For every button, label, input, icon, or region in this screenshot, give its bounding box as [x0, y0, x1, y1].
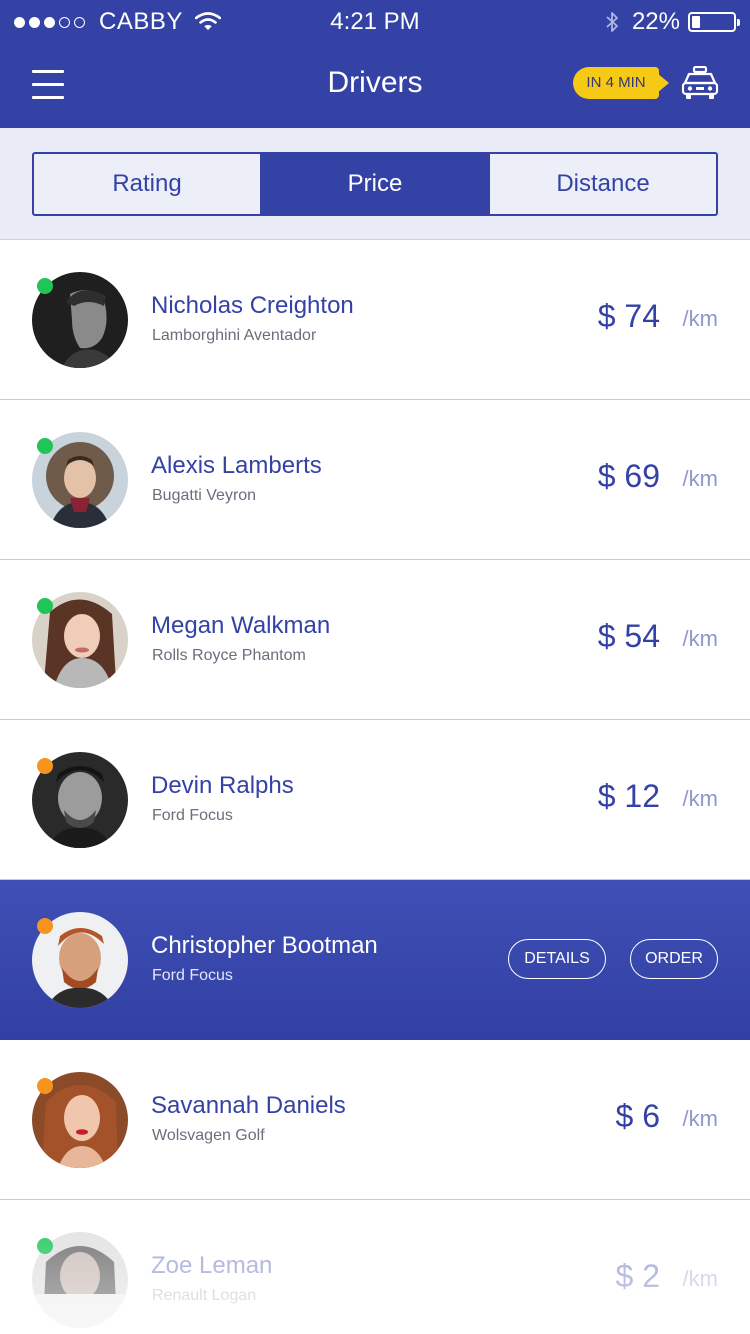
driver-car: Rolls Royce Phantom: [152, 647, 306, 664]
price-unit: /km: [682, 306, 718, 331]
sort-bar: Rating Price Distance: [0, 128, 750, 240]
price-unit: /km: [682, 786, 718, 811]
driver-car: Lamborghini Aventador: [152, 327, 317, 344]
driver-price: $ 6: [615, 1098, 660, 1134]
driver-name: Megan Walkman: [151, 612, 331, 639]
driver-price: $ 69: [597, 458, 660, 494]
tab-price[interactable]: Price: [262, 154, 490, 214]
price-unit: /km: [682, 1106, 718, 1131]
driver-name: Savannah Daniels: [151, 1092, 346, 1119]
eta-badge: IN 4 MIN: [573, 67, 669, 99]
driver-name: Devin Ralphs: [151, 772, 294, 799]
driver-car: Renault Logan: [152, 1287, 257, 1304]
driver-row[interactable]: Savannah Daniels Wolsvagen Golf $ 6 /km: [0, 1040, 750, 1200]
driver-price: $ 2: [615, 1258, 660, 1294]
driver-car: Ford Focus: [152, 967, 233, 984]
online-status-dot: [37, 598, 53, 614]
busy-status-dot: [37, 918, 53, 934]
driver-row[interactable]: Alexis Lamberts Bugatti Veyron $ 69 /km: [0, 400, 750, 560]
driver-name: Christopher Bootman: [151, 932, 378, 959]
price-unit: /km: [682, 1266, 718, 1291]
order-button[interactable]: ORDER: [630, 939, 718, 979]
price-unit: /km: [682, 466, 718, 491]
driver-row[interactable]: Devin Ralphs Ford Focus $ 12 /km: [0, 720, 750, 880]
driver-list: Nicholas Creighton Lamborghini Aventador…: [0, 240, 750, 1334]
driver-row[interactable]: Zoe Leman Renault Logan $ 2 /km: [0, 1200, 750, 1334]
driver-row-selected[interactable]: Christopher Bootman Ford Focus DETAILS O…: [0, 880, 750, 1040]
online-status-dot: [37, 1238, 53, 1254]
driver-price: $ 12: [597, 778, 660, 814]
online-status-dot: [37, 278, 53, 294]
driver-car: Bugatti Veyron: [152, 487, 257, 504]
sort-segmented-control: Rating Price Distance: [32, 152, 718, 216]
online-status-dot: [37, 438, 53, 454]
tab-distance[interactable]: Distance: [490, 154, 716, 214]
bluetooth-icon: [606, 12, 618, 32]
price-unit: /km: [682, 626, 718, 651]
driver-row[interactable]: Nicholas Creighton Lamborghini Aventador…: [0, 240, 750, 400]
status-bar: CABBY 4:21 PM 22%: [0, 0, 750, 42]
driver-car: Ford Focus: [152, 807, 233, 824]
tab-rating[interactable]: Rating: [34, 154, 262, 214]
driver-name: Alexis Lamberts: [151, 452, 322, 479]
battery-percent: 22%: [631, 8, 680, 35]
app-header: CABBY 4:21 PM 22% Drivers IN 4 MIN: [0, 0, 750, 128]
driver-row[interactable]: Megan Walkman Rolls Royce Phantom $ 54 /…: [0, 560, 750, 720]
battery-icon: [688, 12, 740, 32]
driver-name: Nicholas Creighton: [151, 292, 354, 319]
driver-car: Wolsvagen Golf: [152, 1127, 265, 1144]
driver-name: Zoe Leman: [151, 1252, 273, 1279]
driver-price: $ 54: [597, 618, 660, 654]
driver-price: $ 74: [597, 298, 660, 334]
busy-status-dot: [37, 758, 53, 774]
details-button[interactable]: DETAILS: [508, 939, 606, 979]
taxi-icon[interactable]: [681, 66, 719, 100]
busy-status-dot: [37, 1078, 53, 1094]
battery-status: 22%: [604, 8, 740, 36]
